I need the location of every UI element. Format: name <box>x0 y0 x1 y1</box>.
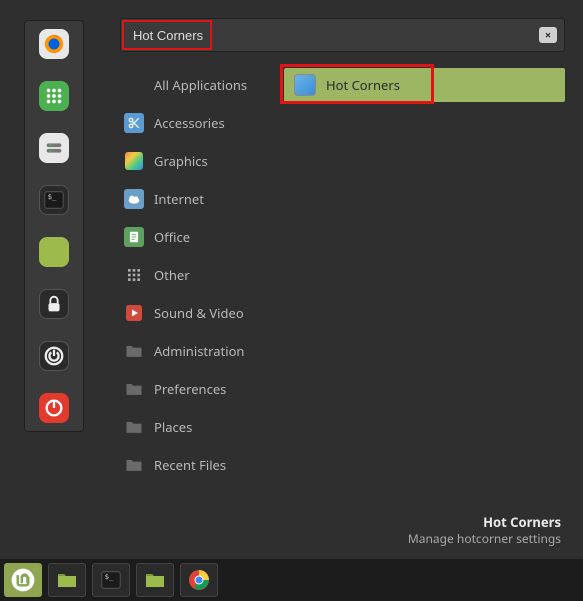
taskbar: $_ <box>0 559 583 601</box>
category-all-applications[interactable]: All Applications <box>120 66 270 104</box>
search-input[interactable] <box>120 18 565 52</box>
application-menu: $_ × All Applications Accessories Graphics… <box>0 0 583 558</box>
category-internet[interactable]: Internet <box>120 180 270 218</box>
taskbar-chrome-button[interactable] <box>180 563 218 597</box>
svg-text:$_: $_ <box>105 572 114 581</box>
taskbar-menu-button[interactable] <box>4 563 42 597</box>
category-folder-icon <box>124 455 144 475</box>
categories-list: All Applications Accessories Graphics Inter… <box>120 66 270 505</box>
favorite-logout-icon[interactable] <box>39 341 69 371</box>
category-label: All Applications <box>154 76 247 94</box>
category-recent-files[interactable]: Recent Files <box>120 446 270 484</box>
category-label: Administration <box>154 342 244 360</box>
category-grid4-icon <box>124 265 144 285</box>
category-rainbow-icon <box>124 151 144 171</box>
favorite-shutdown-icon[interactable] <box>39 393 69 423</box>
favorites-box: $_ <box>24 20 84 432</box>
favorite-firefox-icon[interactable] <box>39 29 69 59</box>
favorite-lock-icon[interactable] <box>39 289 69 319</box>
results-list: Hot Corners <box>284 66 565 505</box>
category-graphics[interactable]: Graphics <box>120 142 270 180</box>
category-scissors-icon <box>124 113 144 133</box>
category-label: Office <box>154 228 190 246</box>
clear-search-icon[interactable]: × <box>539 27 557 43</box>
category-doc-icon <box>124 227 144 247</box>
selection-title: Hot Corners <box>120 513 561 531</box>
taskbar-terminal-button[interactable]: $_ <box>92 563 130 597</box>
favorite-software-icon[interactable] <box>39 133 69 163</box>
result-item-hot-corners[interactable]: Hot Corners <box>284 68 565 102</box>
category-label: Other <box>154 266 190 284</box>
selection-description: Hot Corners Manage hotcorner settings <box>120 505 565 548</box>
taskbar-files2-button[interactable] <box>136 563 174 597</box>
category-label: Accessories <box>154 114 225 132</box>
category-label: Recent Files <box>154 456 226 474</box>
hot-corners-icon <box>294 74 316 96</box>
category-label: Places <box>154 418 192 436</box>
search-wrap: × <box>120 18 565 52</box>
category-label: Internet <box>154 190 204 208</box>
category-places[interactable]: Places <box>120 408 270 446</box>
taskbar-files-button[interactable] <box>48 563 86 597</box>
category-office[interactable]: Office <box>120 218 270 256</box>
menu-main: × All Applications Accessories Graphics Int… <box>108 0 583 558</box>
category-other[interactable]: Other <box>120 256 270 294</box>
favorite-files-icon[interactable] <box>39 237 69 267</box>
selection-subtitle: Manage hotcorner settings <box>120 531 561 548</box>
category-sound-video[interactable]: Sound & Video <box>120 294 270 332</box>
category-label: Graphics <box>154 152 208 170</box>
svg-text:$_: $_ <box>48 192 57 201</box>
category-cloud-icon <box>124 189 144 209</box>
category-folder-icon <box>124 379 144 399</box>
favorite-apps-icon[interactable] <box>39 81 69 111</box>
category-folder-icon <box>124 341 144 361</box>
category-label: Sound & Video <box>154 304 244 322</box>
category-preferences[interactable]: Preferences <box>120 370 270 408</box>
category-accessories[interactable]: Accessories <box>120 104 270 142</box>
category-play-icon <box>124 303 144 323</box>
favorite-terminal-icon[interactable]: $_ <box>39 185 69 215</box>
category-folder-icon <box>124 417 144 437</box>
category-administration[interactable]: Administration <box>120 332 270 370</box>
menu-columns: All Applications Accessories Graphics Inter… <box>120 66 565 505</box>
category-label: Preferences <box>154 380 226 398</box>
favorites-column: $_ <box>0 0 108 558</box>
result-label: Hot Corners <box>326 76 400 94</box>
